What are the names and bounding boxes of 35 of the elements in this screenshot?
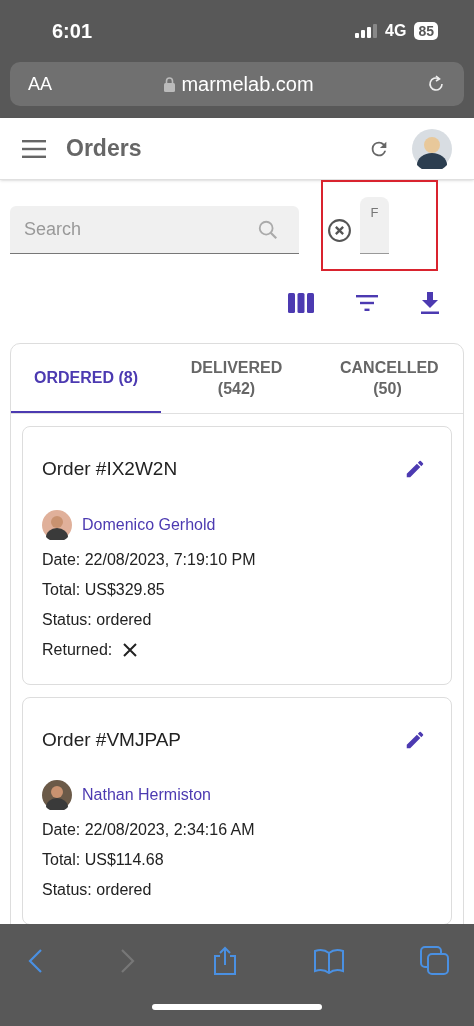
forward-icon	[119, 948, 137, 974]
order-date: Date: 22/08/2023, 2:34:16 AM	[42, 820, 256, 840]
page-title: Orders	[66, 134, 143, 164]
filter-icon[interactable]	[356, 295, 378, 311]
order-status: Status: ordered	[42, 880, 153, 900]
returned-label: Returned:	[42, 639, 113, 660]
reload-icon[interactable]	[426, 74, 446, 94]
customer-avatar	[42, 509, 72, 540]
user-avatar[interactable]	[412, 128, 452, 169]
status-tab[interactable]: ORDERED (8)	[11, 344, 161, 413]
status-time: 6:01	[52, 19, 93, 44]
signal-icon	[355, 24, 378, 38]
columns-icon[interactable]	[288, 293, 314, 313]
network-label: 4G	[385, 21, 407, 41]
order-date: Date: 22/08/2023, 7:19:10 PM	[42, 549, 257, 570]
customer-avatar	[42, 780, 72, 810]
clear-icon[interactable]	[327, 218, 352, 243]
customer-link[interactable]: Domenico Gerhold	[82, 512, 216, 537]
download-icon[interactable]	[420, 292, 440, 314]
url-text[interactable]: marmelab.com	[181, 69, 314, 99]
status-tab[interactable]: CANCELLED (50)	[312, 344, 463, 413]
order-title: Order #IX2W2N	[42, 457, 178, 481]
order-status: Status: ordered	[42, 609, 153, 630]
search-icon	[257, 219, 279, 241]
order-total: Total: US$114.68	[42, 850, 165, 870]
menu-icon[interactable]	[22, 139, 46, 158]
battery-indicator: 85	[414, 22, 438, 40]
search-field[interactable]: Search	[10, 206, 299, 254]
lock-icon	[164, 76, 176, 92]
filter-field[interactable]: F	[360, 197, 389, 254]
text-size-button[interactable]: AA	[28, 70, 52, 98]
customer-link[interactable]: Nathan Hermiston	[82, 783, 211, 807]
order-title: Order #VMJPAP	[42, 727, 182, 752]
status-tab[interactable]: DELIVERED (542)	[161, 344, 312, 413]
order-total: Total: US$329.85	[42, 579, 166, 600]
